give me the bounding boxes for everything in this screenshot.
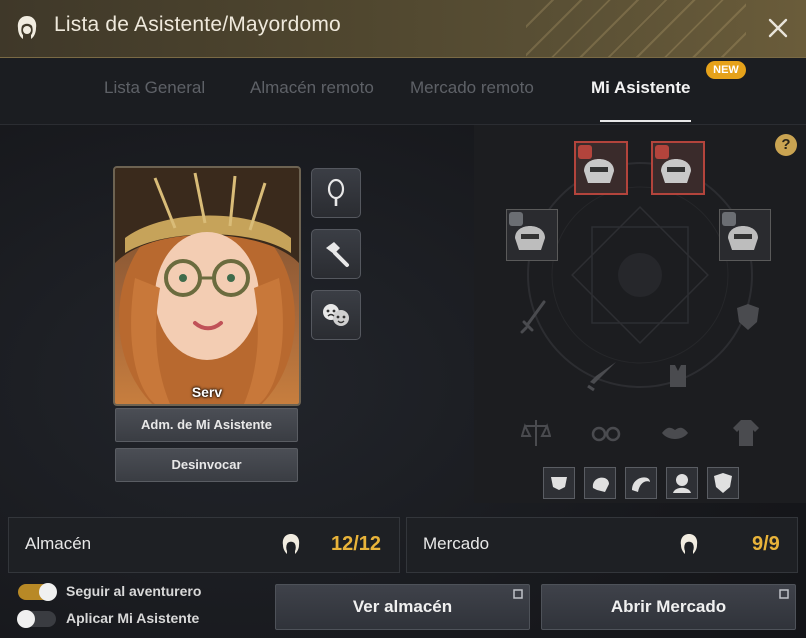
assistant-name: Serv <box>191 384 223 400</box>
mini-slot-face[interactable] <box>666 467 698 499</box>
tab-mercado-remoto[interactable]: Mercado remoto <box>410 78 534 98</box>
armor-vest-icon[interactable] <box>667 363 689 389</box>
equip-slot-1[interactable] <box>574 141 628 195</box>
toggle-switch-off[interactable] <box>17 610 56 628</box>
close-icon[interactable] <box>764 14 792 42</box>
help-icon[interactable]: ? <box>775 134 797 156</box>
butler-head-icon <box>282 534 300 554</box>
underwear-icon <box>551 477 567 490</box>
slot-badge <box>578 145 592 159</box>
market-label: Mercado <box>423 534 490 553</box>
title-bar: Lista de Asistente/Mayordomo <box>0 0 806 58</box>
emotion-masks-icon <box>323 304 349 326</box>
dagger-icon[interactable] <box>584 358 620 394</box>
toggle-switch-on[interactable] <box>18 583 57 601</box>
mini-slot-hair[interactable] <box>584 467 616 499</box>
glasses-icon[interactable] <box>591 426 621 442</box>
external-corner-icon <box>513 589 523 599</box>
slot-badge <box>655 145 669 159</box>
view-storage-button[interactable]: Ver almacén <box>275 584 530 630</box>
hair-style-icon <box>632 477 650 492</box>
new-badge: NEW <box>706 61 746 79</box>
toggle-knob <box>39 583 57 601</box>
butler-head-icon <box>17 16 37 39</box>
equip-slot-4[interactable] <box>719 209 771 261</box>
mirror-icon <box>327 178 345 206</box>
assistant-window: Lista de Asistente/Mayordomo Lista Gener… <box>0 0 806 638</box>
equip-slot-3[interactable] <box>506 209 558 261</box>
dismiss-assistant-button[interactable]: Desinvocar <box>115 448 298 482</box>
emblem-icon <box>714 473 732 493</box>
slot-badge <box>509 212 523 226</box>
market-count: 9/9 <box>752 533 780 555</box>
hammer-icon <box>326 242 349 267</box>
mini-slot-emblem[interactable] <box>707 467 739 499</box>
assistant-portrait: Serv <box>113 166 301 406</box>
follow-adventurer-label: Seguir al aventurero <box>66 583 202 599</box>
assistant-portrait-image <box>115 168 299 404</box>
external-corner-icon <box>779 589 789 599</box>
equip-slot-2[interactable] <box>651 141 705 195</box>
storage-label: Almacén <box>25 534 92 553</box>
tab-lista-general[interactable]: Lista General <box>104 78 205 98</box>
open-market-label: Abrir Mercado <box>610 597 727 616</box>
butler-head-icon <box>680 534 698 554</box>
emotes-button[interactable] <box>311 290 361 340</box>
view-storage-label: Ver almacén <box>352 597 453 616</box>
mini-slot-underwear[interactable] <box>543 467 575 499</box>
mini-slot-hair-style[interactable] <box>625 467 657 499</box>
title-decoration <box>526 0 746 57</box>
tab-bar: Lista General Almacén remoto Mercado rem… <box>0 58 806 125</box>
appearance-button[interactable] <box>311 168 361 218</box>
slot-badge <box>722 212 736 226</box>
scales-icon[interactable] <box>521 418 551 448</box>
sword-icon[interactable] <box>520 300 548 334</box>
craft-button[interactable] <box>311 229 361 279</box>
active-tab-indicator <box>600 120 691 122</box>
manage-assistant-button[interactable]: Adm. de Mi Asistente <box>115 408 298 442</box>
storage-stat: Almacén 12/12 <box>8 517 400 573</box>
window-title: Lista de Asistente/Mayordomo <box>54 13 341 36</box>
open-market-button[interactable]: Abrir Mercado <box>541 584 796 630</box>
shield-icon[interactable] <box>735 302 761 332</box>
hair-icon <box>592 477 609 492</box>
apply-assistant-label: Aplicar Mi Asistente <box>66 610 200 626</box>
toggle-knob <box>17 610 35 628</box>
face-icon <box>673 474 691 493</box>
coat-icon[interactable] <box>731 418 761 448</box>
tab-almacen-remoto[interactable]: Almacén remoto <box>250 78 374 98</box>
market-stat: Mercado 9/9 <box>406 517 798 573</box>
storage-count: 12/12 <box>331 533 382 555</box>
lips-icon[interactable] <box>660 424 690 442</box>
tab-mi-asistente[interactable]: Mi Asistente <box>591 78 691 98</box>
